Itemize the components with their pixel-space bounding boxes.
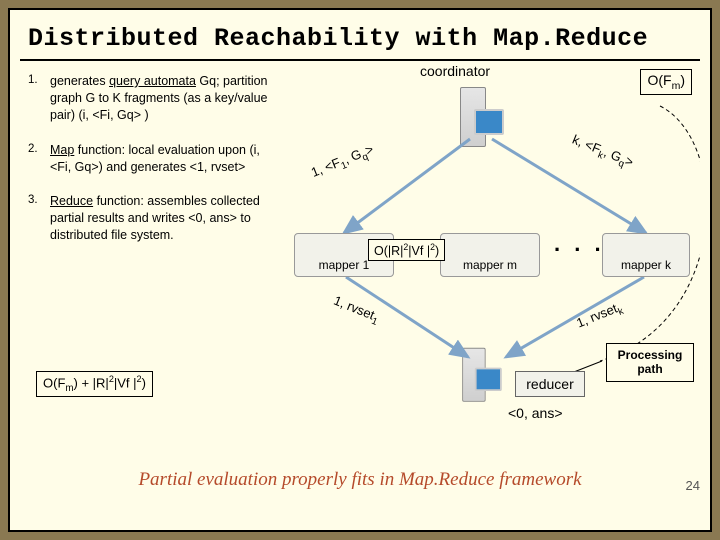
reducer-box: reducer — [515, 371, 585, 397]
text: |Vf | — [408, 244, 430, 258]
left-cost-box: O(Fm) + |R|2|Vf |2) — [36, 371, 153, 397]
text: k — [617, 306, 626, 318]
coordinator-label: coordinator — [420, 63, 490, 79]
step-body: generates query automata Gq; partition g… — [50, 73, 273, 124]
step-1: 1. generates query automata Gq; partitio… — [28, 73, 273, 124]
mapper-cost-box: O(|R|2|Vf |2) — [368, 239, 445, 261]
caption: Partial evaluation properly fits in Map.… — [10, 469, 710, 491]
server-icon — [462, 344, 502, 402]
ofm-box: O(Fm) — [640, 69, 692, 95]
mapper-box-m: mapper m — [440, 233, 540, 277]
slide: Distributed Reachability with Map.Reduce… — [8, 8, 712, 532]
text: ) — [142, 375, 146, 390]
text: O(F — [647, 72, 671, 88]
processing-path-box: Processing path — [606, 343, 694, 382]
text: function: — [93, 194, 147, 208]
page-number: 24 — [686, 478, 700, 493]
term: Map — [50, 143, 74, 157]
diagram: coordinator O(Fm) — [290, 61, 700, 471]
text: mapper k — [621, 258, 671, 272]
text: function: — [74, 143, 128, 157]
text: mapper m — [463, 258, 517, 272]
edge-label-1: 1, <F1, Gq> — [309, 141, 377, 183]
output-label: <0, ans> — [508, 405, 563, 421]
text: 1, rvset — [332, 293, 377, 323]
text: |Vf | — [114, 375, 137, 390]
text: O(F — [43, 375, 65, 390]
mapper-box-k: mapper k — [602, 233, 690, 277]
edge-label-k: k, <Fk, Gq> — [569, 132, 636, 173]
step-3: 3. Reduce function: assembles collected … — [28, 193, 273, 244]
content-area: 1. generates query automata Gq; partitio… — [10, 61, 710, 501]
text: generates — [50, 74, 109, 88]
text: ) — [680, 72, 685, 88]
step-body: Map function: local evaluation upon (i, … — [50, 142, 273, 176]
dots-icon: . . . — [554, 231, 605, 257]
term: Reduce — [50, 194, 93, 208]
server-icon — [460, 83, 504, 147]
slide-title: Distributed Reachability with Map.Reduce — [10, 10, 710, 57]
text: mapper 1 — [319, 258, 370, 272]
steps-list: 1. generates query automata Gq; partitio… — [28, 73, 273, 262]
text: ) — [435, 244, 439, 258]
text: > — [623, 153, 636, 170]
edge-label-rv1: 1, rvset1 — [330, 293, 382, 328]
text: O(|R| — [374, 244, 403, 258]
text: m — [65, 383, 73, 394]
text: ) + |R| — [74, 375, 109, 390]
term: query automata — [109, 74, 196, 88]
step-2: 2. Map function: local evaluation upon (… — [28, 142, 273, 176]
edge-label-rvk: 1, rvsetk — [574, 299, 625, 334]
step-number: 2. — [28, 142, 50, 176]
step-number: 3. — [28, 193, 50, 244]
text: 1, rvset — [574, 301, 619, 331]
step-number: 1. — [28, 73, 50, 124]
text: 1, <F — [309, 155, 342, 180]
step-body: Reduce function: assembles collected par… — [50, 193, 273, 244]
text: , G — [342, 146, 364, 166]
